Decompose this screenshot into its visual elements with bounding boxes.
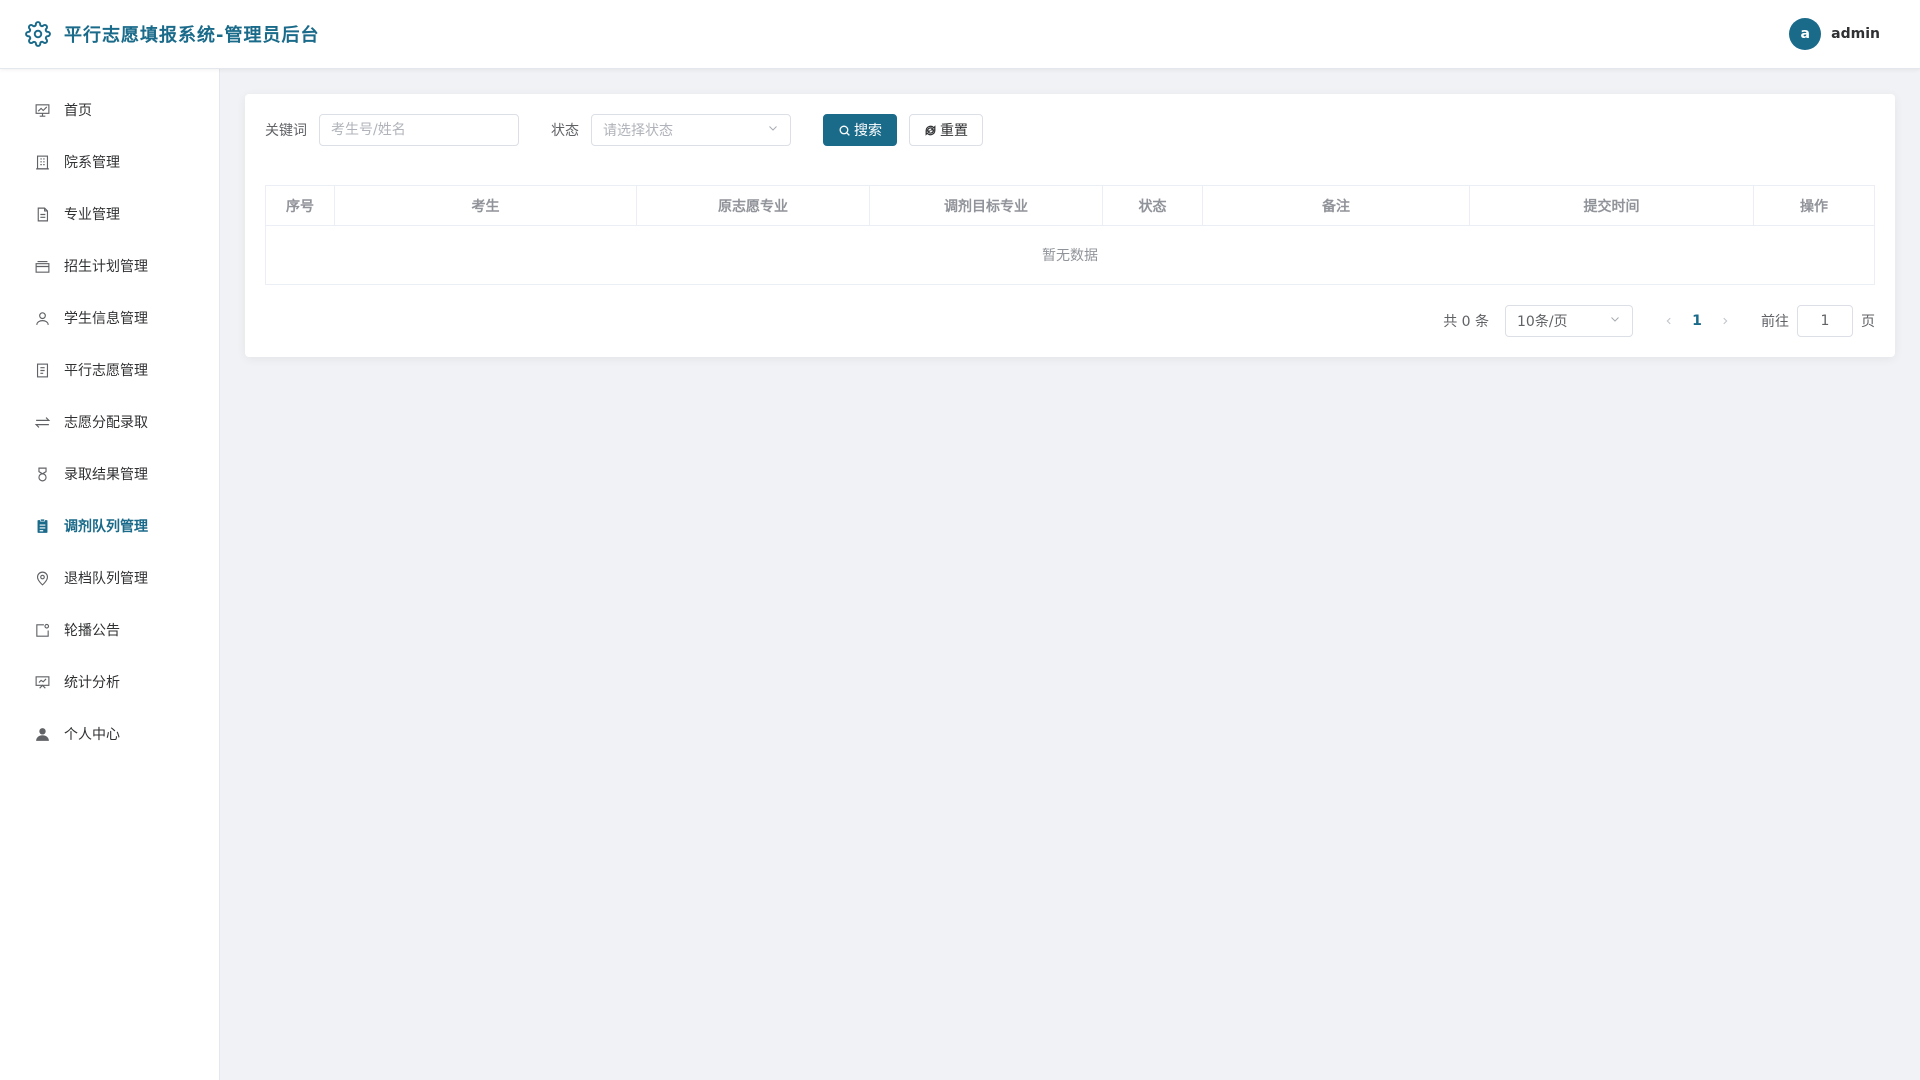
- keyword-input[interactable]: [319, 114, 519, 146]
- sidebar-item-label: 招生计划管理: [64, 259, 148, 275]
- sidebar-item-students[interactable]: 学生信息管理: [0, 292, 219, 344]
- building-icon: [33, 153, 51, 171]
- column-header: 状态: [1103, 186, 1203, 225]
- sidebar-item-majors[interactable]: 专业管理: [0, 188, 219, 240]
- sidebar-item-admission-results[interactable]: 录取结果管理: [0, 448, 219, 500]
- search-button-label: 搜索: [854, 123, 882, 139]
- sidebar-item-label: 平行志愿管理: [64, 363, 148, 379]
- document-icon: [33, 205, 51, 223]
- sidebar-item-label: 调剂队列管理: [64, 519, 148, 535]
- pagination: 共 0 条 10条/页 1 前往 页: [1443, 305, 1875, 337]
- next-page-button[interactable]: [1713, 316, 1737, 326]
- keyword-label: 关键词: [265, 123, 307, 139]
- chevron-down-icon: [767, 122, 779, 138]
- sidebar-item-profile[interactable]: 个人中心: [0, 708, 219, 760]
- sidebar-item-home[interactable]: 首页: [0, 84, 219, 136]
- user-icon: [33, 309, 51, 327]
- chart-icon: [33, 101, 51, 119]
- total-count: 共 0 条: [1443, 314, 1489, 330]
- top-header: 平行志愿填报系统-管理员后台 a admin: [0, 0, 1920, 69]
- app-title: 平行志愿填报系统-管理员后台: [64, 25, 320, 46]
- sidebar-item-adjustment-queue[interactable]: 调剂队列管理: [0, 500, 219, 552]
- briefcase-icon: [33, 257, 51, 275]
- status-select-placeholder: 请选择状态: [603, 123, 673, 139]
- location-icon: [33, 569, 51, 587]
- username[interactable]: admin: [1831, 26, 1880, 42]
- column-header: 原志愿专业: [637, 186, 870, 225]
- sidebar-item-label: 志愿分配录取: [64, 415, 148, 431]
- sidebar-item-label: 个人中心: [64, 727, 120, 743]
- prev-page-button[interactable]: [1657, 316, 1681, 326]
- page-size-select[interactable]: 10条/页: [1505, 305, 1633, 337]
- empty-state: 暂无数据: [1042, 248, 1098, 264]
- search-icon: [838, 124, 851, 137]
- sidebar-item-label: 院系管理: [64, 155, 120, 171]
- sidebar-item-enrollment-plan[interactable]: 招生计划管理: [0, 240, 219, 292]
- page-size-value: 10条/页: [1517, 314, 1568, 330]
- sidebar-item-allocation[interactable]: 志愿分配录取: [0, 396, 219, 448]
- search-button[interactable]: 搜索: [823, 114, 897, 146]
- column-header: 操作: [1800, 198, 1828, 215]
- sidebar-item-statistics[interactable]: 统计分析: [0, 656, 219, 708]
- column-header: 提交时间: [1470, 186, 1754, 225]
- column-header: 调剂目标专业: [870, 186, 1103, 225]
- table-header: 序号 考生 原志愿专业 调剂目标专业 状态 备注 提交时间 操作: [266, 186, 1874, 226]
- sidebar-item-parallel-volunteers[interactable]: 平行志愿管理: [0, 344, 219, 396]
- sidebar-item-withdrawal-queue[interactable]: 退档队列管理: [0, 552, 219, 604]
- goto-page-input[interactable]: [1797, 305, 1853, 337]
- sidebar: 首页 院系管理 专业管理 招生计划管理 学生信息管理 平行志愿管理 志愿分配录取…: [0, 69, 220, 1080]
- picture-icon: [33, 621, 51, 639]
- logo: 平行志愿填报系统-管理员后台: [24, 20, 319, 48]
- sidebar-item-label: 录取结果管理: [64, 467, 148, 483]
- refresh-icon: [924, 124, 937, 137]
- avatar[interactable]: a: [1789, 18, 1822, 50]
- goto-label: 前往: [1761, 314, 1789, 330]
- user-menu[interactable]: a admin: [1789, 18, 1880, 50]
- sidebar-item-label: 学生信息管理: [64, 311, 148, 327]
- user-filled-icon: [33, 725, 51, 743]
- sidebar-item-label: 统计分析: [64, 675, 120, 691]
- content-card: 关键词 状态 请选择状态 搜索 重置 序号 考生 原志愿专业 调剂目标专业: [245, 94, 1895, 357]
- sidebar-item-label: 轮播公告: [64, 623, 120, 639]
- status-select[interactable]: 请选择状态: [591, 114, 791, 146]
- adjustment-queue-table: 序号 考生 原志愿专业 调剂目标专业 状态 备注 提交时间 操作 暂无数据: [265, 185, 1875, 285]
- reset-button-label: 重置: [940, 123, 968, 139]
- tickets-icon: [33, 361, 51, 379]
- sort-icon: [33, 413, 51, 431]
- status-label: 状态: [551, 123, 579, 139]
- sidebar-item-label: 专业管理: [64, 207, 120, 223]
- sidebar-item-label: 首页: [64, 103, 92, 119]
- data-board-icon: [33, 673, 51, 691]
- reset-button[interactable]: 重置: [909, 114, 983, 146]
- column-header: 备注: [1203, 186, 1470, 225]
- column-header: 考生: [335, 186, 637, 225]
- medal-icon: [33, 465, 51, 483]
- gear-icon: [24, 20, 52, 48]
- column-header: 序号: [266, 186, 335, 225]
- sidebar-item-departments[interactable]: 院系管理: [0, 136, 219, 188]
- page-suffix: 页: [1861, 314, 1875, 330]
- sidebar-item-carousel-notices[interactable]: 轮播公告: [0, 604, 219, 656]
- sidebar-item-label: 退档队列管理: [64, 571, 148, 587]
- chevron-down-icon: [1609, 313, 1621, 329]
- notebook-icon: [33, 517, 51, 535]
- page-number-current[interactable]: 1: [1681, 313, 1713, 329]
- filter-bar: 关键词 状态 请选择状态 搜索 重置: [265, 114, 983, 146]
